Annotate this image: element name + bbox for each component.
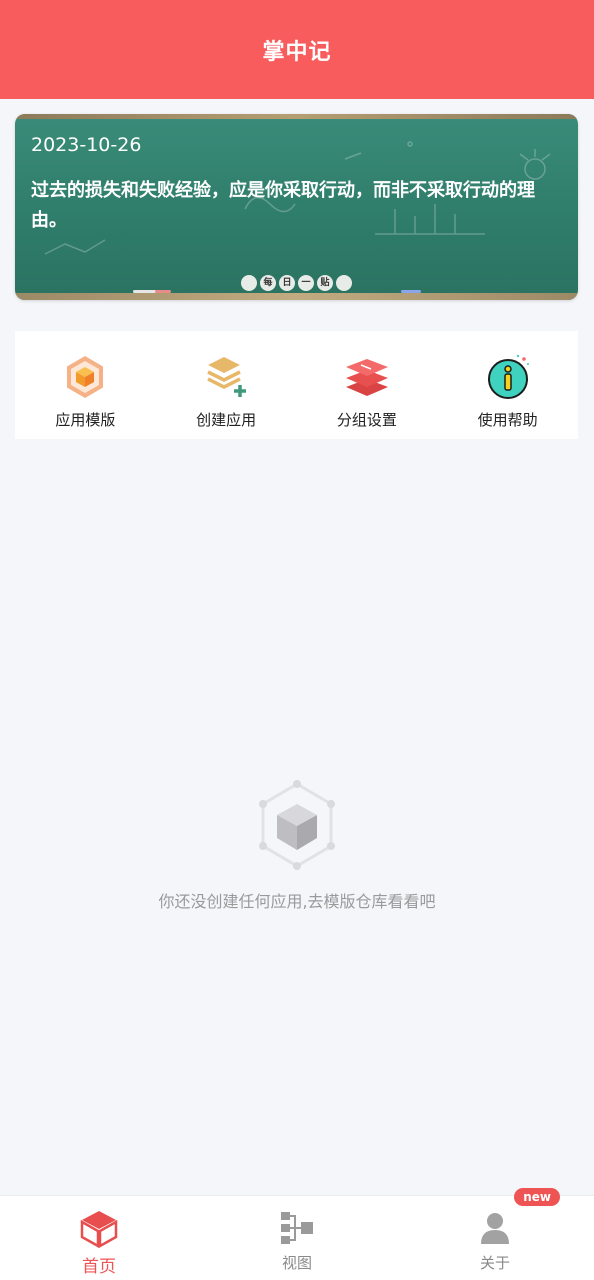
create-app-label: 创建应用 (196, 411, 257, 429)
banner-label-dots: 每 日 一 贴 (241, 275, 352, 291)
group-settings-icon (345, 359, 388, 396)
group-settings-label: 分组设置 (336, 411, 397, 429)
tab-about-label: 关于 (479, 1254, 510, 1272)
app-template-label: 应用模版 (55, 411, 116, 429)
banner-dot: 一 (298, 275, 314, 291)
group-settings-button[interactable]: 分组设置 (297, 331, 438, 439)
daily-quote-banner[interactable]: 2023-10-26 过去的损失和失败经验，应是你采取行动，而非不采取行动的理由… (15, 114, 578, 300)
bottom-tab-bar: 首页 视图 new 关于 (0, 1188, 594, 1280)
app-template-icon (67, 356, 104, 398)
chalkboard-frame-bottom (15, 293, 578, 300)
help-label: 使用帮助 (477, 411, 538, 429)
tab-home-label: 首页 (82, 1257, 116, 1277)
banner-dot: 日 (279, 275, 295, 291)
app-header: 掌中记 (0, 0, 594, 99)
app-template-button[interactable]: 应用模版 (15, 331, 156, 439)
new-badge: new (514, 1188, 560, 1206)
empty-state-text: 你还没创建任何应用,去模版仓库看看吧 (158, 892, 436, 911)
tab-home[interactable]: 首页 (0, 1196, 198, 1280)
create-app-icon (207, 357, 247, 397)
banner-dot: 贴 (317, 275, 333, 291)
home-box-icon (80, 1211, 118, 1248)
banner-dot (241, 275, 257, 291)
view-tree-icon (281, 1212, 313, 1244)
help-icon (487, 354, 529, 399)
app-title: 掌中记 (262, 39, 332, 65)
banner-dot: 每 (260, 275, 276, 291)
empty-state: 你还没创建任何应用,去模版仓库看看吧 (0, 780, 594, 912)
banner-date: 2023-10-26 (31, 134, 142, 156)
help-button[interactable]: 使用帮助 (437, 331, 578, 439)
tab-view-label: 视图 (281, 1254, 312, 1272)
banner-quote: 过去的损失和失败经验，应是你采取行动，而非不采取行动的理由。 (31, 180, 535, 231)
empty-box-icon (259, 780, 335, 870)
tab-about[interactable]: new 关于 (396, 1188, 594, 1280)
tab-view[interactable]: 视图 (198, 1196, 396, 1280)
person-icon (481, 1213, 509, 1244)
banner-dot (336, 275, 352, 291)
quick-actions-panel: 应用模版 创建应用 分组设置 使用帮助 (15, 331, 578, 439)
create-app-button[interactable]: 创建应用 (156, 331, 297, 439)
